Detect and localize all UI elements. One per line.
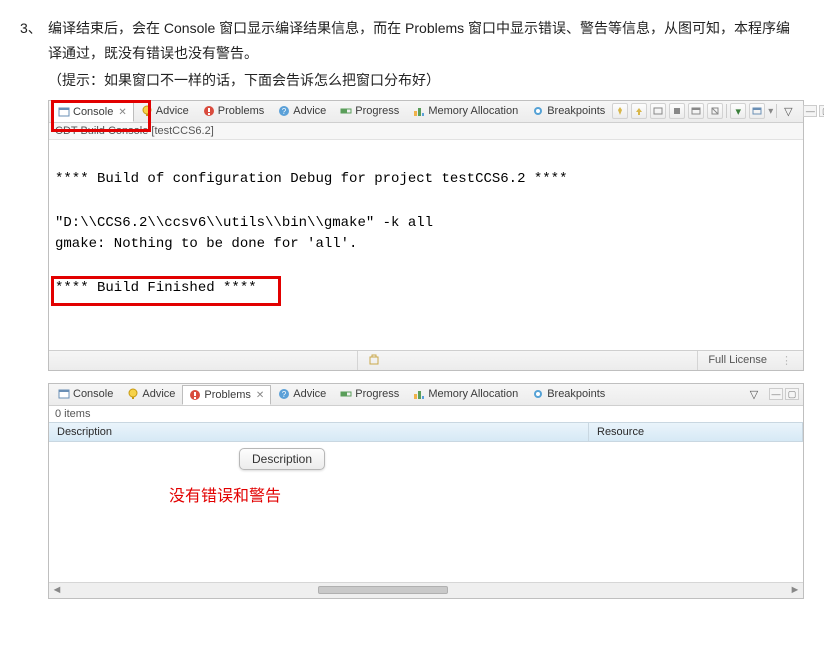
close-icon[interactable]: ✕ [256, 390, 264, 401]
console-panel: Console ✕ Advice Problems ? Advice Progr… [48, 100, 804, 371]
tab-advice-4[interactable]: ? Advice [271, 384, 333, 404]
toolbar-clear-button[interactable] [669, 103, 685, 119]
tab-advice-2-label: Advice [293, 105, 326, 117]
toolbar-pin-button[interactable] [612, 103, 628, 119]
console-icon [58, 388, 70, 400]
tab-memory-2-label: Memory Allocation [428, 388, 518, 400]
status-license: Full License ⋮ [697, 351, 803, 370]
console-subtitle: CDT Build Console [testCCS6.2] [49, 123, 803, 140]
advice-icon: ? [278, 105, 290, 117]
problems-panel: Console Advice Problems ✕ ? Advice Progr… [48, 383, 804, 599]
tab-progress-2[interactable]: Progress [333, 384, 406, 404]
problems-count: 0 items [49, 406, 803, 422]
status-writable-icon [357, 351, 390, 370]
column-resource[interactable]: Resource [589, 423, 803, 441]
tab-progress-1-label: Progress [355, 105, 399, 117]
problems-toolbar: ▽ — ▢ [746, 386, 801, 402]
scroll-left-icon[interactable]: ◄ [49, 584, 65, 596]
console-icon [58, 106, 70, 118]
window-controls-2: — ▢ [769, 388, 799, 400]
svg-text:?: ? [282, 107, 287, 116]
tab-advice-1-label: Advice [156, 105, 189, 117]
minimize-view-icon[interactable]: — [769, 388, 783, 400]
toolbar-up-button[interactable] [631, 103, 647, 119]
description-tooltip: Description [239, 448, 325, 470]
tab-advice-4-label: Advice [293, 388, 326, 400]
console-line: **** Build Finished **** [55, 278, 797, 300]
bulb-icon [141, 105, 153, 117]
tab-advice-2[interactable]: ? Advice [271, 101, 333, 121]
toolbar-menu-button[interactable]: ▽ [746, 386, 762, 402]
tab-breakpoints-1[interactable]: Breakpoints [525, 101, 612, 121]
tab-breakpoints-1-label: Breakpoints [547, 105, 605, 117]
tab-breakpoints-2[interactable]: Breakpoints [525, 384, 612, 404]
tab-console-2[interactable]: Console [51, 384, 120, 404]
column-description[interactable]: Description [49, 423, 589, 441]
toolbar-display-button[interactable] [650, 103, 666, 119]
memory-icon [413, 388, 425, 400]
tab-memory-2[interactable]: Memory Allocation [406, 384, 525, 404]
console-line: gmake: Nothing to be done for 'all'. [55, 234, 797, 256]
tab-advice-3[interactable]: Advice [120, 384, 182, 404]
progress-icon [340, 105, 352, 117]
bulb-icon [127, 388, 139, 400]
list-number: 3、 [20, 16, 48, 66]
tab-console-2-label: Console [73, 388, 113, 400]
tab-problems-2[interactable]: Problems ✕ [182, 385, 271, 405]
tab-console-label: Console [73, 106, 113, 118]
tab-advice-3-label: Advice [142, 388, 175, 400]
problems-body: Description 没有错误和警告 [49, 442, 803, 582]
maximize-view-icon[interactable]: ▢ [819, 105, 824, 117]
problems-icon [189, 389, 201, 401]
tab-breakpoints-2-label: Breakpoints [547, 388, 605, 400]
instruction-paragraph: 3、 编译结束后，会在 Console 窗口显示编译结果信息，而在 Proble… [20, 16, 804, 66]
tab-progress-2-label: Progress [355, 388, 399, 400]
tab-console[interactable]: Console ✕ [51, 102, 134, 122]
scroll-thumb[interactable] [318, 586, 448, 594]
horizontal-scrollbar[interactable]: ◄ ► [49, 582, 803, 598]
toolbar-scroll-lock-button[interactable] [688, 103, 704, 119]
toolbar-wrap-button[interactable] [707, 103, 723, 119]
memory-icon [413, 105, 425, 117]
maximize-view-icon[interactable]: ▢ [785, 388, 799, 400]
problems-tab-bar: Console Advice Problems ✕ ? Advice Progr… [49, 384, 803, 406]
window-controls-1: — ▢ [803, 105, 824, 117]
problems-icon [203, 105, 215, 117]
minimize-view-icon[interactable]: — [803, 105, 817, 117]
tab-memory-1-label: Memory Allocation [428, 105, 518, 117]
toolbar-open-console-button[interactable]: ▾ [730, 103, 746, 119]
scroll-right-icon[interactable]: ► [787, 584, 803, 596]
close-icon[interactable]: ✕ [118, 107, 126, 118]
console-toolbar: ▾ ▾ ▽ — ▢ [612, 103, 824, 119]
tab-advice-1[interactable]: Advice [134, 101, 196, 121]
toolbar-new-console-button[interactable] [749, 103, 765, 119]
scroll-track[interactable] [65, 584, 787, 596]
annotation-no-errors: 没有错误和警告 [169, 482, 281, 506]
tab-problems-1-label: Problems [218, 105, 264, 117]
advice-icon: ? [278, 388, 290, 400]
console-line: **** Build of configuration Debug for pr… [55, 169, 797, 191]
tab-problems-2-label: Problems [204, 389, 250, 401]
tab-problems-1[interactable]: Problems [196, 101, 271, 121]
console-output: **** Build of configuration Debug for pr… [49, 140, 803, 350]
instruction-hint: （提示：如果窗口不一样的话，下面会告诉怎么把窗口分布好） [48, 68, 804, 93]
progress-icon [340, 388, 352, 400]
breakpoint-icon [532, 388, 544, 400]
instruction-text: 编译结束后，会在 Console 窗口显示编译结果信息，而在 Problems … [48, 16, 804, 66]
status-bar: Full License ⋮ [49, 350, 803, 370]
problems-table-header: Description Resource [49, 422, 803, 442]
toolbar-menu-button[interactable]: ▽ [780, 103, 796, 119]
console-line: "D:\\CCS6.2\\ccsv6\\utils\\bin\\gmake" -… [55, 213, 797, 235]
tab-progress-1[interactable]: Progress [333, 101, 406, 121]
svg-text:?: ? [282, 390, 287, 399]
breakpoint-icon [532, 105, 544, 117]
status-license-label: Full License [708, 354, 767, 366]
tab-memory-1[interactable]: Memory Allocation [406, 101, 525, 121]
console-tab-bar: Console ✕ Advice Problems ? Advice Progr… [49, 101, 803, 123]
